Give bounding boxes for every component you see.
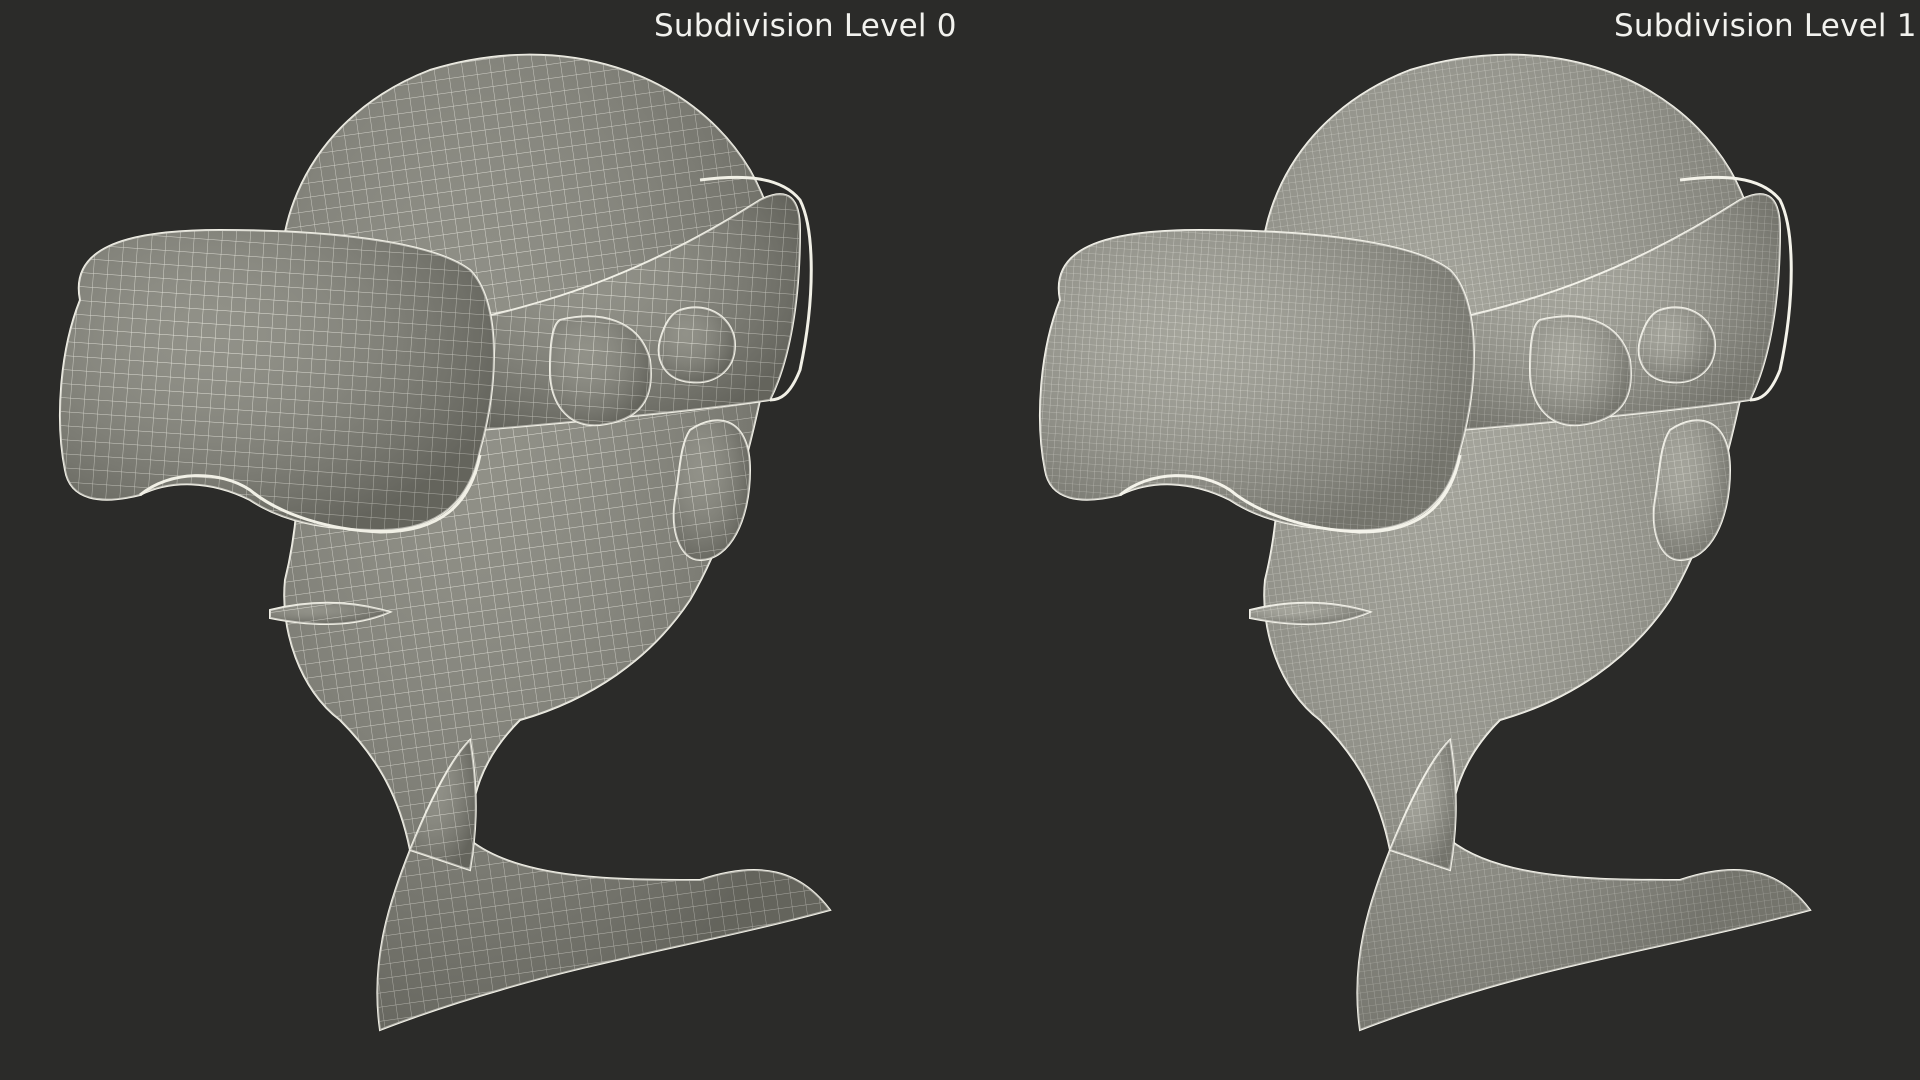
panel-label-level-1: Subdivision Level 1 xyxy=(1614,8,1917,44)
headset-visor-shading xyxy=(60,230,494,530)
wireframe-svg-1 xyxy=(1039,53,1812,1032)
ear-mesh-shading xyxy=(1653,420,1730,560)
headset-crown-button-shading xyxy=(1638,307,1715,383)
wireframe-render-level-1 xyxy=(960,0,1920,1080)
headset-visor-shading xyxy=(1040,230,1474,530)
head-mesh-shading xyxy=(280,54,830,1030)
wireframe-svg-0 xyxy=(59,53,832,1032)
wireframe-render-level-0 xyxy=(0,0,960,1080)
head-mesh-shading xyxy=(1260,54,1810,1030)
head-model-1 xyxy=(1039,53,1812,1032)
panel-label-level-0: Subdivision Level 0 xyxy=(654,8,957,44)
headset-crown-button-shading xyxy=(658,307,735,383)
ear-mesh-shading xyxy=(673,420,750,560)
head-model-0 xyxy=(59,53,832,1032)
render-viewport: Subdivision Level 0 Subdivision Level 1 xyxy=(0,0,1920,1080)
